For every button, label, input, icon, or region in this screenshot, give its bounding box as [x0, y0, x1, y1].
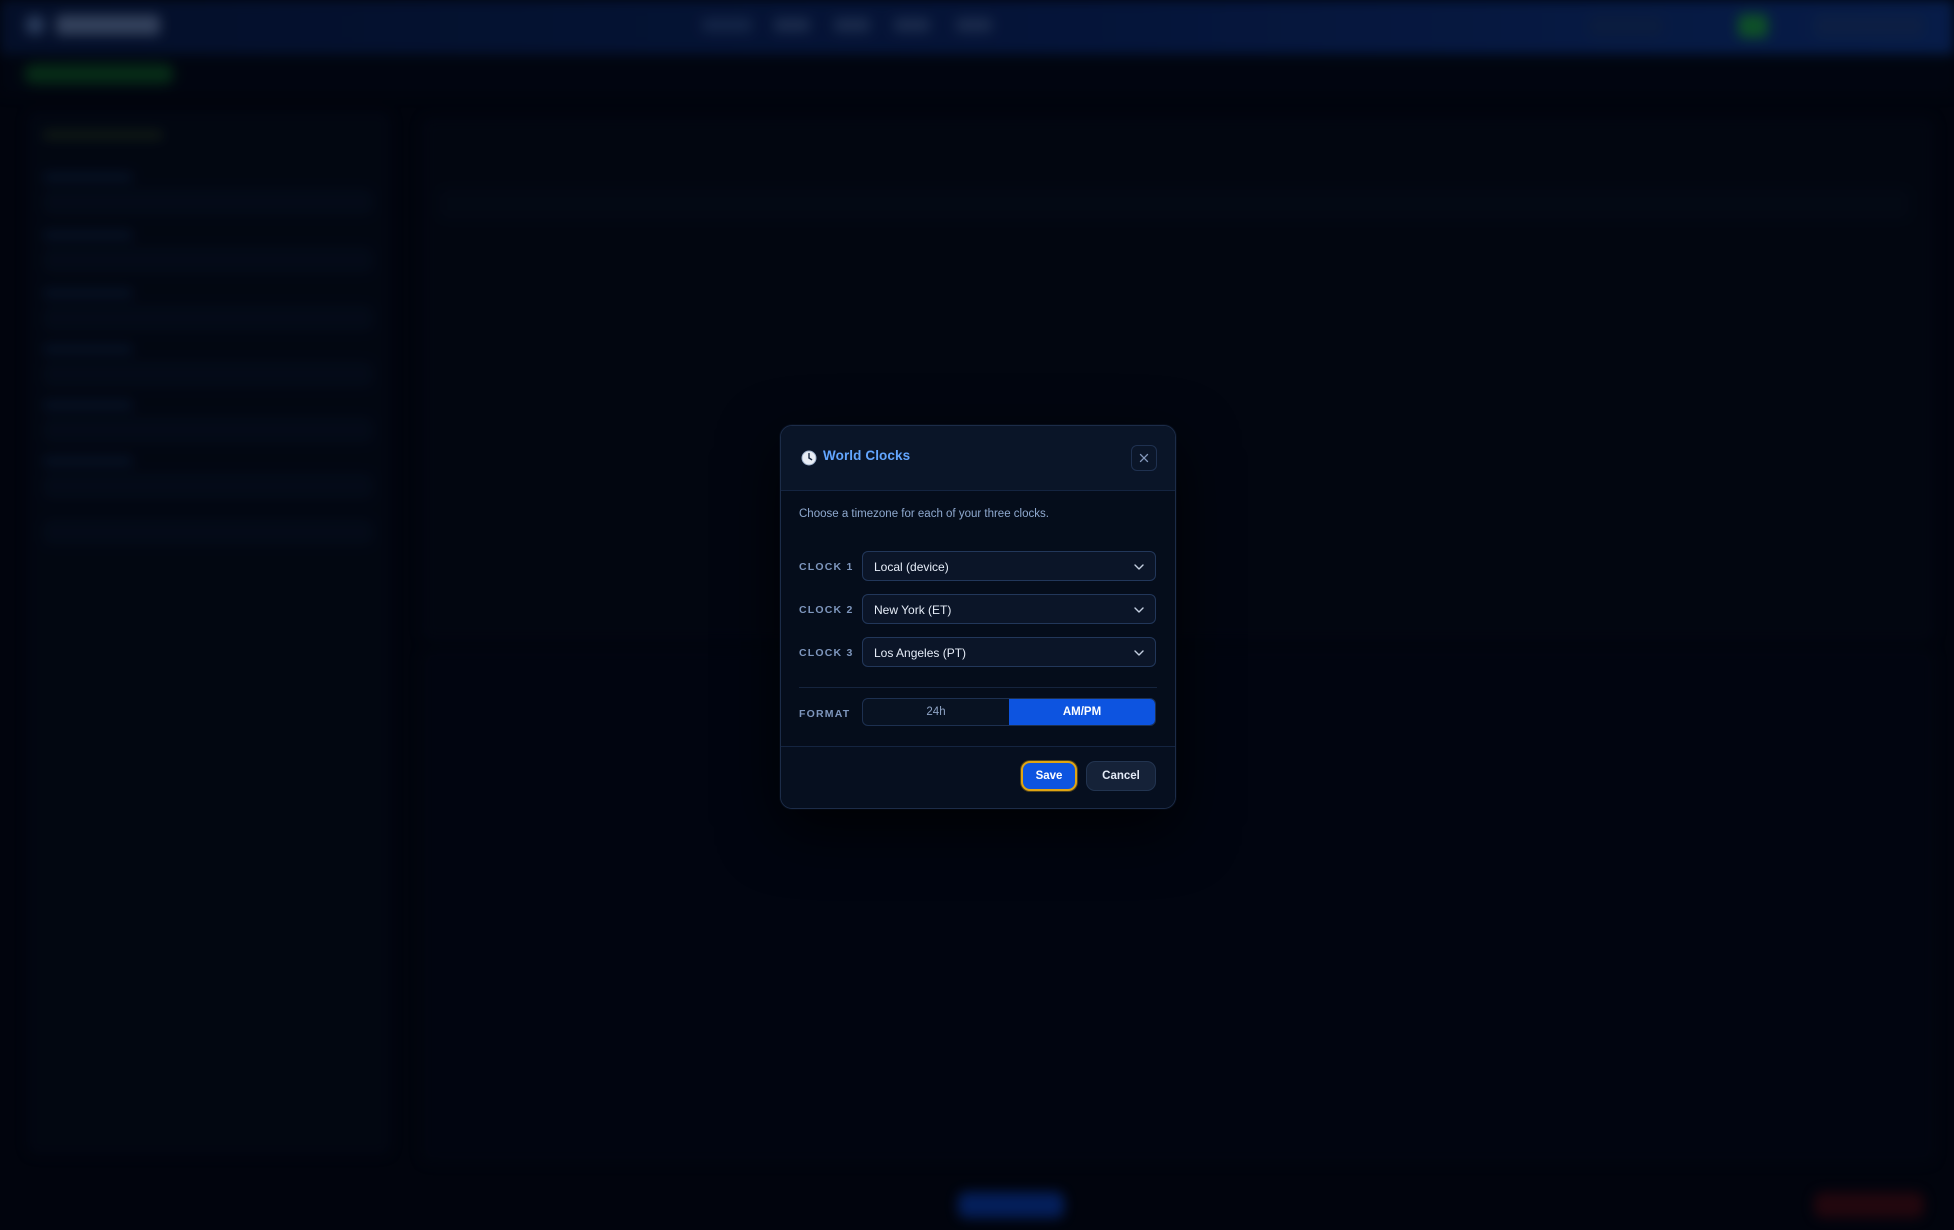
chevron-down-icon	[1134, 607, 1144, 613]
clock-2-label: CLOCK 2	[799, 604, 854, 616]
clock-1-label: CLOCK 1	[799, 561, 854, 573]
format-label: FORMAT	[799, 708, 851, 720]
clock-1-value: Local (device)	[874, 560, 949, 574]
close-icon	[1139, 453, 1149, 463]
format-option-24h[interactable]: 24h	[863, 699, 1009, 725]
clock-icon	[801, 450, 817, 466]
dialog-title: World Clocks	[823, 448, 911, 463]
clock-3-select[interactable]: Los Angeles (PT)	[862, 637, 1156, 667]
format-toggle: 24h AM/PM	[862, 698, 1156, 726]
chevron-down-icon	[1134, 650, 1144, 656]
chevron-down-icon	[1134, 564, 1144, 570]
divider	[799, 687, 1157, 688]
dialog-description: Choose a timezone for each of your three…	[799, 508, 1049, 520]
cancel-button[interactable]: Cancel	[1086, 761, 1156, 791]
close-button[interactable]	[1131, 445, 1157, 471]
clock-2-select[interactable]: New York (ET)	[862, 594, 1156, 624]
dialog-header: World Clocks	[781, 426, 1175, 491]
clock-2-value: New York (ET)	[874, 603, 952, 617]
clock-1-select[interactable]: Local (device)	[862, 551, 1156, 581]
format-option-ampm[interactable]: AM/PM	[1009, 699, 1155, 725]
clock-3-value: Los Angeles (PT)	[874, 646, 967, 660]
dialog-footer: Save Cancel	[781, 746, 1175, 808]
save-button[interactable]: Save	[1021, 761, 1077, 791]
clock-3-label: CLOCK 3	[799, 647, 854, 659]
world-clocks-dialog: World Clocks Choose a timezone for each …	[780, 425, 1176, 809]
